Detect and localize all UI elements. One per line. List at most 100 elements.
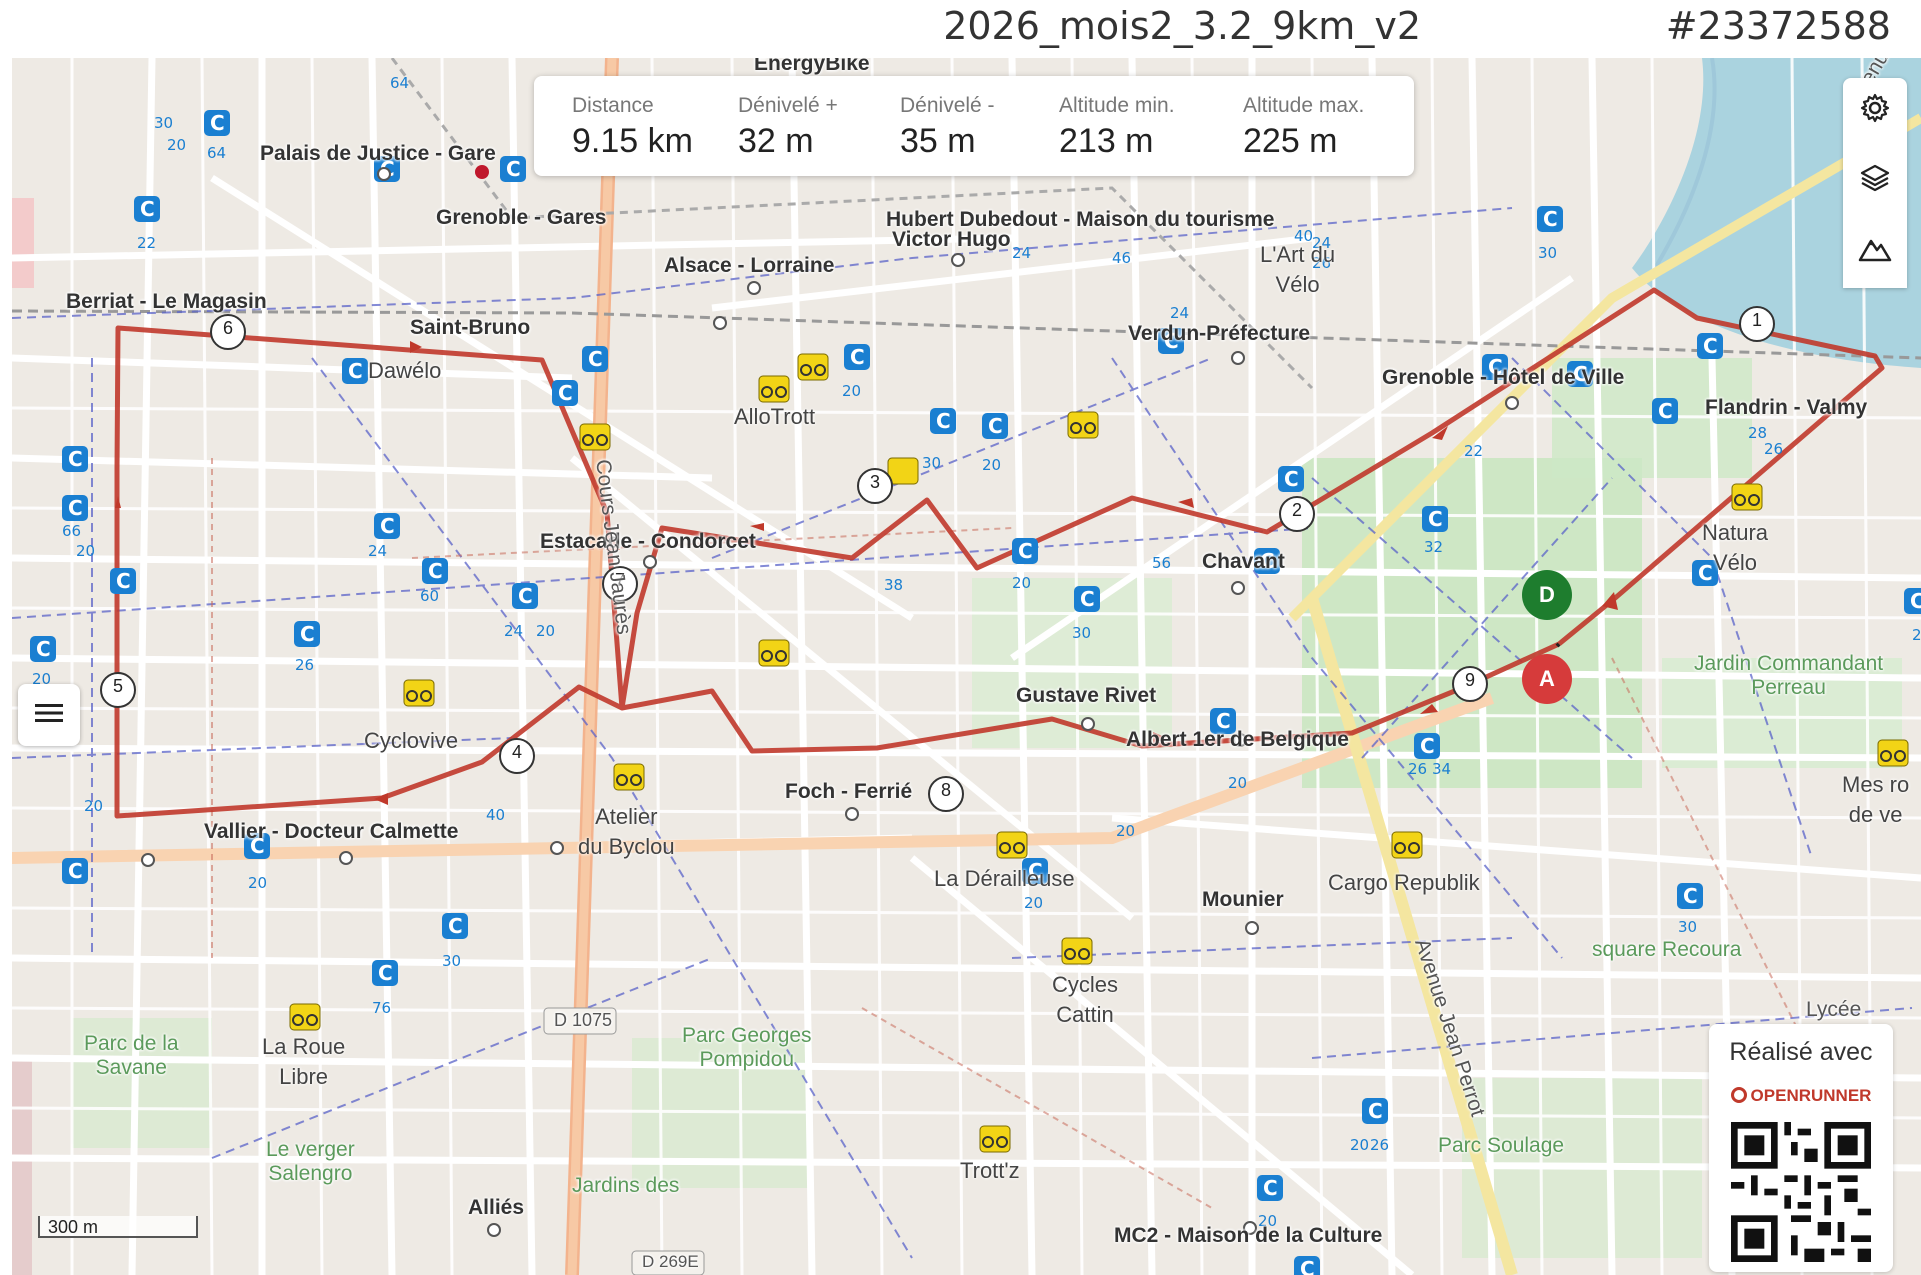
poi-label: Cyclovive (364, 728, 459, 753)
svg-text:20: 20 (982, 456, 1001, 474)
svg-text:24: 24 (1170, 304, 1189, 322)
place-label: MC2 - Maison de la Culture (1114, 1224, 1383, 1247)
poi-label: Trott'z (960, 1158, 1020, 1183)
svg-text:64: 64 (390, 74, 409, 92)
poi-label: Cycles Cattin (1052, 972, 1119, 1027)
svg-text:56: 56 (1152, 554, 1171, 572)
svg-text:20: 20 (1012, 574, 1031, 592)
svg-text:C: C (1368, 1099, 1383, 1123)
poi-label: Natura Vélo (1702, 520, 1769, 575)
layers-button[interactable] (1843, 148, 1907, 212)
stat-label: Altitude min. (1059, 94, 1175, 117)
gear-icon (1859, 92, 1891, 129)
waypoint-label-3: 3 (869, 472, 880, 492)
svg-text:C: C (1080, 587, 1095, 611)
svg-text:C: C (378, 961, 393, 985)
svg-text:40: 40 (486, 806, 505, 824)
stat-value: 32 m (738, 122, 814, 160)
svg-text:26: 26 (295, 656, 314, 674)
elevation-button[interactable] (1843, 218, 1907, 282)
svg-text:20: 20 (1350, 1136, 1369, 1154)
stat-value: 9.15 km (572, 122, 693, 160)
lycee-label: Lycée (1806, 998, 1862, 1021)
openrunner-credit[interactable]: Réalisé avec OPENRUNNER (1709, 1024, 1893, 1272)
place-label: Berriat - Le Magasin (66, 290, 267, 313)
svg-text:20: 20 (84, 797, 103, 815)
place-label: Gustave Rivet (1016, 684, 1157, 707)
end-marker-label: A (1539, 666, 1555, 691)
place-label: Alliés (468, 1196, 525, 1219)
svg-text:26: 26 (1370, 1136, 1389, 1154)
svg-text:22: 22 (1464, 442, 1483, 460)
svg-text:C: C (1543, 207, 1558, 231)
svg-text:24: 24 (1012, 244, 1031, 262)
svg-text:C: C (1428, 507, 1443, 531)
place-label: Grenoble - Hôtel de Ville (1382, 366, 1625, 389)
park-label: square Recoura (1592, 938, 1742, 961)
svg-text:C: C (300, 622, 315, 646)
mountain-icon (1858, 233, 1892, 268)
svg-text:26: 26 (1764, 440, 1783, 458)
svg-text:C: C (518, 584, 533, 608)
svg-text:22: 22 (137, 234, 156, 252)
stat-altitude-min: Altitude min. 213 m (1059, 94, 1175, 161)
svg-text:34: 34 (1432, 760, 1451, 778)
road-label: D 1075 (554, 1010, 613, 1030)
poi-label: La Dérailleuse (934, 866, 1075, 891)
waypoint-label-4: 4 (511, 742, 522, 762)
openrunner-logo: OPENRUNNER (1709, 1086, 1893, 1106)
settings-button-inner[interactable] (1843, 78, 1907, 142)
svg-text:20: 20 (1228, 774, 1247, 792)
waypoint-label-1: 1 (1751, 310, 1762, 330)
map-view[interactable]: C C C C C C C C C C C C C C C C C C C C (12, 58, 1921, 1275)
credit-text: Réalisé avec (1729, 1038, 1873, 1066)
openrunner-swirl-icon (1730, 1087, 1747, 1103)
svg-text:C: C (68, 859, 83, 883)
svg-text:C: C (588, 347, 603, 371)
svg-text:C: C (988, 414, 1003, 438)
svg-text:20: 20 (1116, 822, 1135, 840)
svg-text:C: C (36, 637, 51, 661)
place-label: Grenoble - Gares (436, 206, 607, 229)
svg-text:C: C (1300, 1257, 1315, 1275)
poi-label: Mes ro de ve (1842, 772, 1910, 827)
park-label: Jardin Commandant Perreau (1694, 652, 1884, 699)
svg-text:30: 30 (154, 114, 173, 132)
svg-text:20: 20 (248, 874, 267, 892)
svg-text:60: 60 (420, 587, 439, 605)
svg-text:20: 20 (167, 136, 186, 154)
place-label: Alsace - Lorraine (664, 254, 835, 277)
waypoint-label-8: 8 (940, 780, 951, 800)
svg-text:20: 20 (76, 542, 95, 560)
waypoint-label-9: 9 (1464, 670, 1475, 690)
stat-altitude-max: Altitude max. 225 m (1243, 94, 1364, 161)
svg-text:66: 66 (62, 522, 81, 540)
svg-text:21: 21 (1912, 626, 1921, 644)
waypoint-label-5: 5 (112, 676, 123, 696)
start-marker[interactable]: D (1522, 570, 1572, 620)
place-label: Estacade - Condorcet (540, 530, 756, 553)
svg-text:C: C (850, 345, 865, 369)
place-label: Flandrin - Valmy (1705, 396, 1868, 419)
svg-text:C: C (1420, 734, 1435, 758)
svg-text:20: 20 (842, 382, 861, 400)
brand-name: OPENRUNNER (1750, 1086, 1872, 1105)
svg-text:30: 30 (442, 952, 461, 970)
stat-elevation-gain: Dénivelé + 32 m (738, 94, 838, 161)
qr-code-icon (1731, 1122, 1871, 1262)
end-marker[interactable]: A (1522, 654, 1572, 704)
svg-text:24: 24 (368, 542, 387, 560)
svg-text:30: 30 (1678, 918, 1697, 936)
svg-text:C: C (1263, 1176, 1278, 1200)
stat-value: 35 m (900, 122, 976, 160)
stat-value: 225 m (1243, 122, 1338, 160)
svg-text:30: 30 (922, 454, 941, 472)
svg-text:C: C (1703, 334, 1718, 358)
road-label: D 269E (642, 1252, 699, 1271)
waypoint-label-6: 6 (222, 318, 233, 338)
stat-distance: Distance 9.15 km (572, 94, 693, 161)
svg-text:C: C (116, 569, 131, 593)
svg-text:C: C (380, 514, 395, 538)
svg-text:64: 64 (207, 144, 226, 162)
menu-button[interactable] (18, 684, 80, 746)
